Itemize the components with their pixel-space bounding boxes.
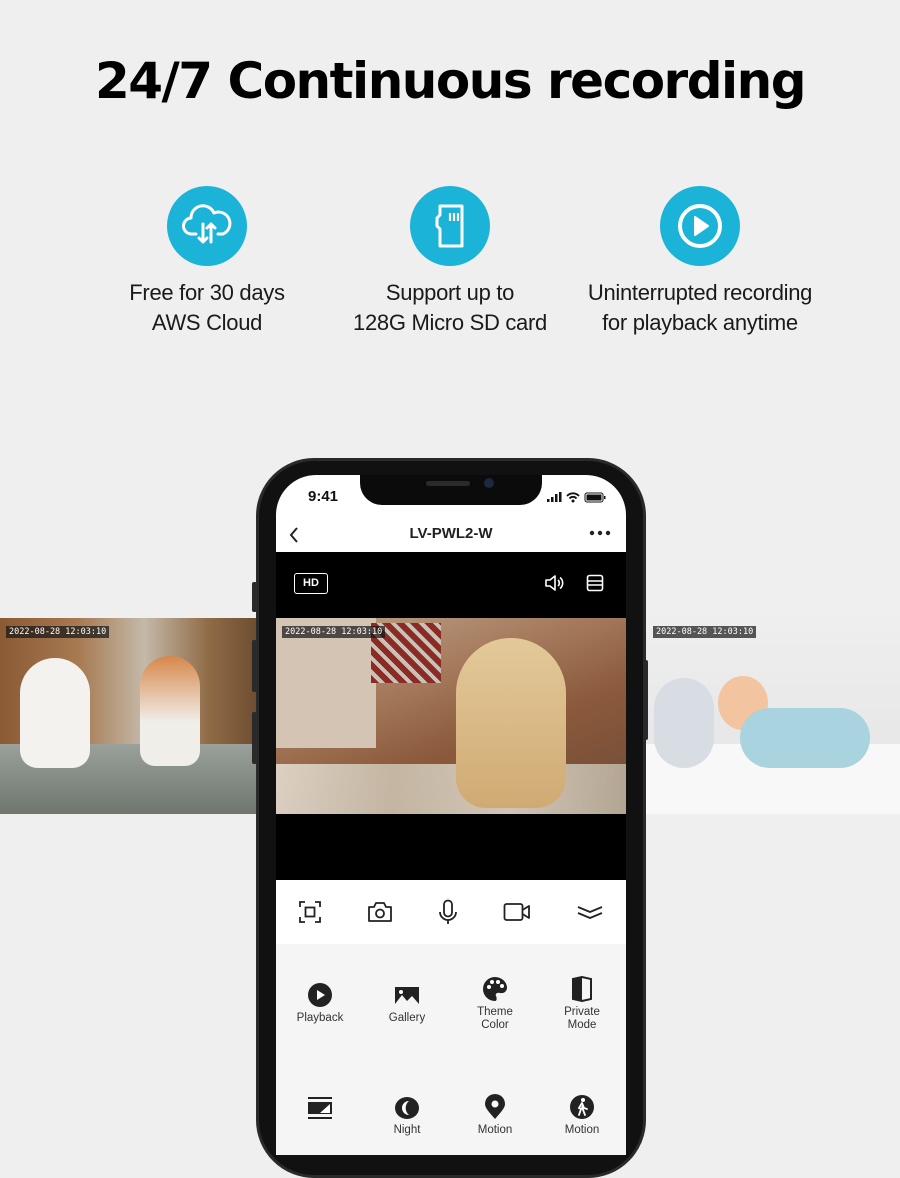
feature-line: Support up to [385,280,515,305]
grid-item-night[interactable]: Night [363,1096,451,1137]
feature-sd-card: Support up to 128G Micro SD card [320,186,580,338]
timestamp-overlay: 2022-08-28 12:03:10 [6,626,110,638]
phone-power-button [643,660,648,740]
screenshot-frame-icon[interactable] [298,900,322,924]
kitten-white [20,658,90,768]
dog [456,638,566,808]
nav-bar: LV-PWL2-W [276,520,626,552]
plush-bunny [654,678,714,768]
status-icons [547,492,606,503]
feature-grid: Playback Gallery Theme Color Private Mod… [276,944,626,1155]
feature-playback: Uninterrupted recording for playback anyt… [570,186,830,338]
phone-notch [360,475,542,505]
speaker-volume-icon[interactable] [544,574,564,592]
feature-cloud: Free for 30 days AWS Cloud [77,186,337,338]
kitten-calico [140,656,200,766]
phone-side-button [252,582,257,612]
grid-item-gallery[interactable]: Gallery [363,982,451,1025]
speaker-grille [426,481,470,486]
device-title: LV-PWL2-W [409,525,493,542]
control-bar [276,880,626,944]
playback-icon [308,983,332,1007]
grid-item-motion-zone[interactable]: Motion [451,1094,539,1137]
grid-item-label: Gallery [388,1012,426,1024]
camera-feed-left: 2022-08-28 12:03:10 [0,618,262,814]
grid-item-motion-detect[interactable]: Motion [538,1094,626,1137]
grid-item-label: Night [393,1124,421,1136]
feature-line: for playback anytime [602,310,798,335]
cloud-sync-icon [167,186,247,266]
timestamp-overlay: 2022-08-28 12:03:10 [653,626,757,638]
app-screen: 9:41 LV-PWL2-W HD 2022-08-28 12:03:10 Pl… [276,475,626,1155]
grid-item-label: Playback [296,1012,344,1024]
grid-item-label: Private Mode [564,1006,600,1031]
grid-item-playback[interactable]: Playback [276,982,364,1025]
micro-sd-card-icon [410,186,490,266]
walking-person-icon [570,1095,594,1119]
osd-icon [308,1097,332,1119]
grid-item-theme-color[interactable]: Theme Color [451,976,539,1032]
torn-paper [276,764,626,814]
more-options-icon[interactable] [589,530,611,536]
live-video-feed[interactable]: 2022-08-28 12:03:10 [276,618,626,814]
layout-toggle-icon[interactable] [586,574,604,592]
grid-item-private-mode[interactable]: Private Mode [538,976,626,1032]
page-headline: 24/7 Continuous recording [94,52,807,110]
feature-line: Uninterrupted recording [587,280,813,305]
phone-volume-button [252,640,257,692]
timestamp-overlay: 2022-08-28 12:03:10 [282,626,386,638]
feature-line: 128G Micro SD card [353,310,547,335]
palette-icon [483,977,507,1001]
night-icon [395,1097,419,1119]
grid-item-osd[interactable] [276,1096,364,1124]
feature-line: Free for 30 days [129,280,285,305]
camera-icon[interactable] [367,901,393,923]
private-mode-icon [572,976,592,1002]
microphone-icon[interactable] [438,899,458,925]
location-pin-icon [485,1094,505,1119]
collapse-chevron-icon[interactable] [576,904,604,920]
baby-body [740,708,870,768]
grid-item-label: Motion [477,1124,513,1136]
hd-toggle-button[interactable]: HD [294,573,328,594]
status-time: 9:41 [308,488,339,505]
front-camera [484,478,494,488]
grid-item-label: Theme Color [477,1006,513,1031]
play-circle-icon [660,186,740,266]
feature-line: AWS Cloud [151,310,263,335]
grid-item-label: Motion [564,1124,600,1136]
video-record-icon[interactable] [503,902,531,922]
camera-feed-right: 2022-08-28 12:03:10 [640,618,900,814]
gallery-icon [395,987,419,1004]
phone-volume-button [252,712,257,764]
